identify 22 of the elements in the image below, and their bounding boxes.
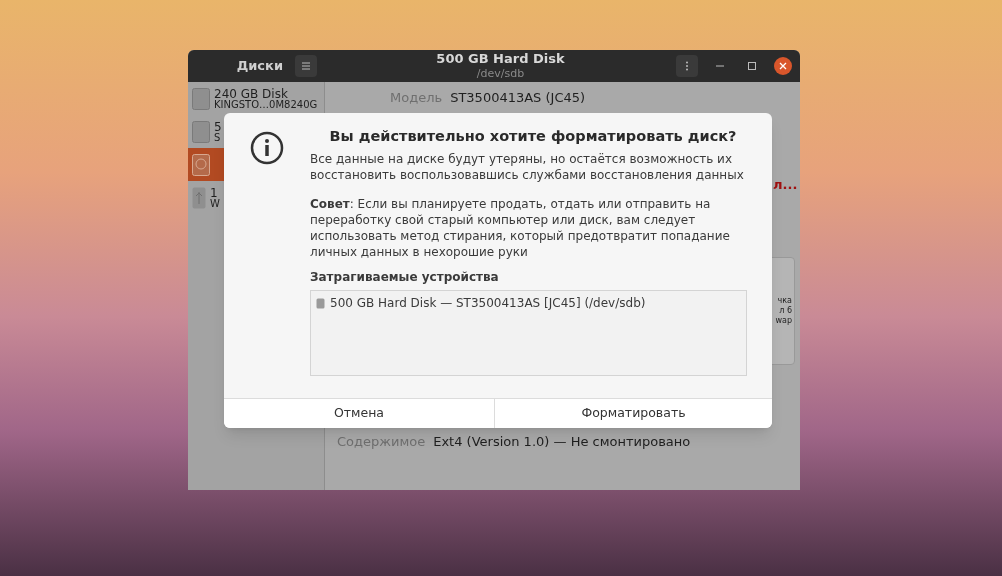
warning-text: л... [773, 176, 798, 194]
disk-name: 5 [214, 120, 222, 133]
model-value: ST3500413AS (JC45) [450, 89, 586, 107]
disk-model: S [214, 132, 222, 143]
contents-label: Содержимое [337, 433, 426, 451]
devices-heading: Затрагиваемые устройства [310, 269, 500, 285]
model-label: Модель [390, 89, 443, 107]
partition-label: чка [777, 296, 792, 306]
partition-label: л 6 [779, 306, 792, 316]
disk-model: KINGSTO…0M8240G [214, 99, 318, 110]
window-subtitle: /dev/sdb [476, 67, 525, 81]
dialog-message: Все данные на диске будут утеряны, но остаётся возможность их восстановить воспользовавшись службами восстановления данных [310, 151, 745, 183]
app-title: Диски [236, 57, 283, 76]
window-title: 500 GB Hard Disk [436, 51, 565, 68]
disk-name: 1 [210, 186, 218, 199]
device-entry: 500 GB Hard Disk — ST3500413AS [JC45] (/dev/sdb) [330, 295, 646, 311]
disk-model: W [210, 198, 220, 209]
advice-text: Совет: Если вы планируете продать, отдать или отправить на переработку свой старый компьютер или диск, вам следует использовать метод стирания, который предотвратит попадание личных данных в нехорошие руки [310, 196, 731, 260]
contents-value: Ext4 (Version 1.0) — Не смонтировано [433, 433, 691, 451]
disk-name: 240 GB Disk [214, 87, 288, 100]
partition-label: wap [775, 316, 792, 326]
dialog-title: Вы действительно хотите форматировать диск? [328, 128, 738, 144]
